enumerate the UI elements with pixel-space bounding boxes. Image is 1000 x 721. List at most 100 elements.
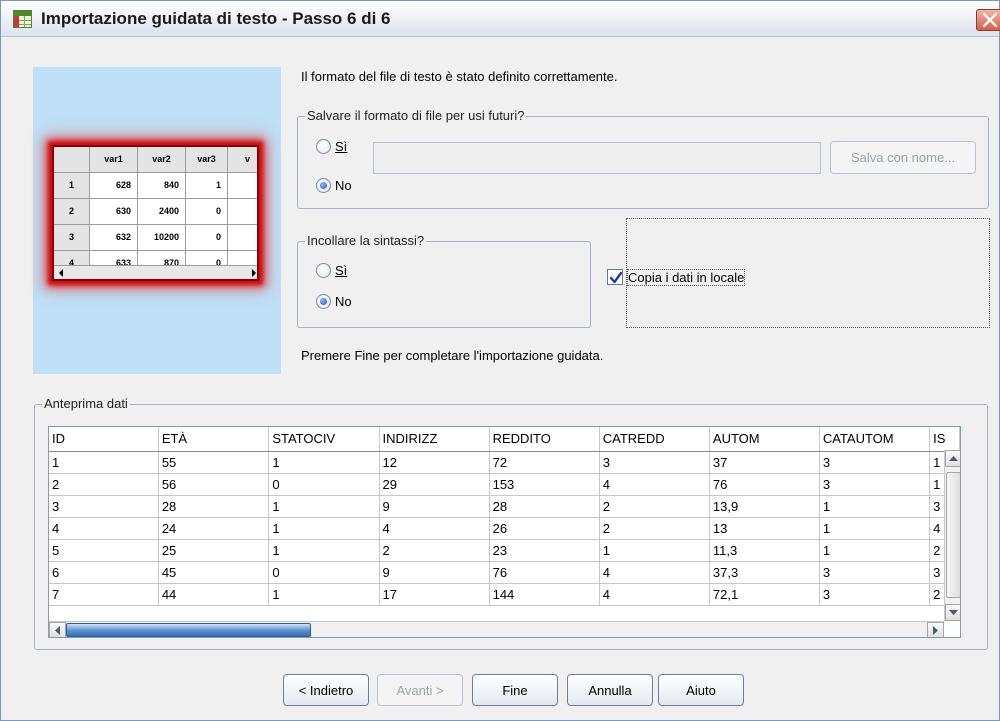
radio-button-checked[interactable]	[316, 178, 331, 193]
arrow-up-icon	[949, 456, 958, 461]
column-header[interactable]: ID	[49, 427, 159, 452]
table-cell: 0	[268, 473, 380, 496]
table-cell: 12	[379, 451, 490, 474]
column-header[interactable]: AUTOM	[709, 427, 820, 452]
mini-table-header: var1 var2 var3 v	[54, 147, 257, 173]
table-cell: 17	[379, 583, 490, 606]
table-cell: 9	[379, 495, 490, 518]
column-header[interactable]: CATAUTOM	[819, 427, 931, 452]
vertical-scroll-thumb[interactable]	[946, 472, 960, 598]
table-cell: 37	[709, 451, 820, 474]
table-cell: 2	[599, 517, 710, 540]
data-preview-grid[interactable]: ID ETÀ STATOCIV INDIRIZZ REDDITO CATREDD…	[48, 426, 961, 638]
table-cell: 1	[268, 583, 380, 606]
table-cell: 9	[379, 561, 490, 584]
table-cell: 7	[49, 583, 159, 606]
radio-button[interactable]	[316, 139, 331, 154]
arrow-right-icon	[933, 626, 938, 635]
spreadsheet-icon	[13, 10, 32, 28]
mini-table-cell: 0	[186, 225, 228, 251]
cache-data-label[interactable]: Copia i dati in locale	[626, 269, 746, 286]
table-cell: 28	[158, 495, 270, 518]
horizontal-scroll-thumb[interactable]	[66, 623, 311, 637]
table-cell: 45	[158, 561, 270, 584]
table-cell: 4	[379, 517, 490, 540]
column-header[interactable]: STATOCIV	[268, 427, 380, 452]
wizard-illustration: var1 var2 var3 v 1 628 840 1 2 630 2400 …	[33, 67, 281, 374]
table-cell: 1	[268, 451, 380, 474]
column-header[interactable]: IS	[929, 427, 960, 452]
radio-button-checked[interactable]	[316, 294, 331, 309]
table-cell: 11,3	[709, 539, 820, 562]
paste-syntax-yes-label: Sì	[335, 263, 348, 278]
arrow-right-icon	[252, 269, 256, 277]
arrow-left-icon	[55, 626, 60, 635]
column-header[interactable]: ETÀ	[158, 427, 270, 452]
table-cell: 1	[268, 539, 380, 562]
mini-table-cell: 0	[186, 199, 228, 225]
mini-table-cell: 2400	[138, 199, 186, 225]
save-format-no-radio[interactable]: No	[316, 178, 352, 193]
close-icon	[982, 13, 998, 27]
finish-button[interactable]: Fine	[472, 674, 558, 706]
table-row: 4 24 1 4 26 2 13 1 4	[49, 517, 960, 540]
column-header[interactable]: INDIRIZZ	[379, 427, 490, 452]
preview-table: ID ETÀ STATOCIV INDIRIZZ REDDITO CATREDD…	[49, 427, 960, 606]
table-cell: 1	[49, 451, 159, 474]
vertical-scrollbar[interactable]	[944, 450, 960, 621]
save-format-no-label: No	[335, 178, 352, 193]
table-cell: 3	[819, 473, 931, 496]
scroll-down-button[interactable]	[945, 604, 960, 621]
table-cell: 29	[379, 473, 490, 496]
paste-syntax-no-radio[interactable]: No	[316, 294, 352, 309]
table-cell: 3	[599, 451, 710, 474]
intro-message: Il formato del file di testo è stato def…	[301, 69, 618, 84]
column-header[interactable]: REDDITO	[489, 427, 600, 452]
cancel-button[interactable]: Annulla	[567, 674, 653, 706]
column-header[interactable]: CATREDD	[599, 427, 710, 452]
mini-table-cell: 840	[138, 173, 186, 199]
title-bar[interactable]: Importazione guidata di testo - Passo 6 …	[1, 1, 1000, 37]
table-cell: 76	[489, 561, 600, 584]
back-button[interactable]: < Indietro	[283, 674, 369, 706]
paste-syntax-yes-radio[interactable]: Sì	[316, 263, 347, 278]
table-cell: 56	[158, 473, 270, 496]
table-cell: 1	[819, 517, 931, 540]
save-format-yes-radio[interactable]: Sì	[316, 139, 347, 154]
scroll-up-button[interactable]	[945, 450, 960, 467]
dialog-window: Importazione guidata di testo - Passo 6 …	[0, 0, 1000, 721]
table-cell: 25	[158, 539, 270, 562]
table-cell: 72,1	[709, 583, 820, 606]
table-cell: 4	[49, 517, 159, 540]
table-cell: 55	[158, 451, 270, 474]
scroll-left-button[interactable]	[49, 622, 66, 637]
mini-table-row: 1 628 840 1	[54, 173, 257, 199]
table-cell: 1	[268, 517, 380, 540]
mini-table-row: 3 632 10200 0	[54, 225, 257, 251]
arrow-left-icon	[59, 269, 63, 277]
horizontal-scrollbar[interactable]	[49, 621, 944, 637]
table-row: 3 28 1 9 28 2 13,9 1 3	[49, 495, 960, 518]
paste-syntax-group: Incollare la sintassi?	[297, 233, 591, 328]
paste-syntax-no-label: No	[335, 294, 352, 309]
table-row: 1 55 1 12 72 3 37 3 1	[49, 451, 960, 474]
mini-table-scrollbar	[54, 265, 257, 279]
table-cell: 2	[379, 539, 490, 562]
table-cell: 4	[599, 583, 710, 606]
scroll-right-button[interactable]	[927, 622, 944, 637]
table-cell: 1	[599, 539, 710, 562]
table-cell: 1	[819, 495, 931, 518]
mini-table-cell: 630	[90, 199, 138, 225]
next-button[interactable]: Avanti >	[377, 674, 463, 706]
radio-button[interactable]	[316, 263, 331, 278]
save-as-button[interactable]: Salva con nome...	[830, 141, 976, 174]
format-file-path-field[interactable]	[373, 142, 821, 174]
save-format-yes-label: Sì	[335, 139, 348, 154]
table-cell: 2	[599, 495, 710, 518]
cache-data-checkbox[interactable]	[607, 269, 623, 285]
table-cell: 4	[599, 473, 710, 496]
help-button[interactable]: Aiuto	[658, 674, 744, 706]
table-cell: 1	[819, 539, 931, 562]
table-cell: 3	[819, 451, 931, 474]
close-button[interactable]	[976, 9, 1000, 31]
